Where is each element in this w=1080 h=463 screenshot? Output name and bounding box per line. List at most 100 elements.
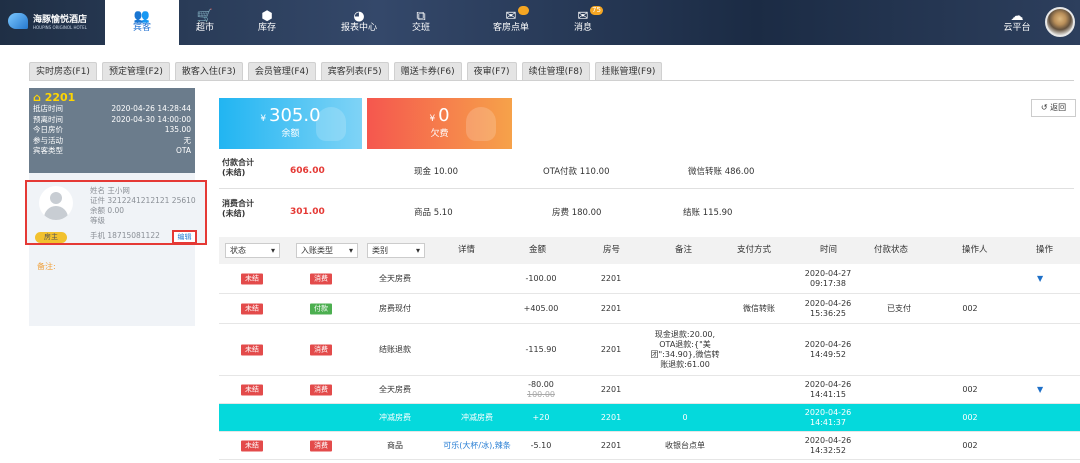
- category-cell: 全天房费: [379, 273, 411, 283]
- cloud-upload-icon: ☁: [1010, 9, 1024, 24]
- status-filter[interactable]: 状态 ▾: [225, 243, 280, 258]
- room-info-row: 抵店时间 2020-04-26 14:28:44: [33, 104, 191, 115]
- tab-gift-coupon[interactable]: 赠送卡券(F6): [393, 62, 462, 81]
- time-cell: 2020-04-26 14:49:52: [804, 339, 852, 359]
- entry-type-badge: 消费: [310, 273, 332, 284]
- notification-badge: [518, 6, 529, 15]
- detail-cell: 冲减房费: [461, 412, 493, 422]
- nav-label: 云平台: [1003, 23, 1031, 33]
- tab-realtime-room[interactable]: 实时房态(F1): [29, 62, 97, 81]
- shift-icon: ⧉: [416, 9, 426, 24]
- entry-type-filter[interactable]: 入账类型 ▾: [296, 243, 358, 258]
- expand-caret-icon[interactable]: ▼: [1037, 274, 1043, 284]
- tab-member[interactable]: 会员管理(F4): [247, 62, 316, 81]
- back-arrow-icon: ↺: [1040, 103, 1048, 112]
- nav-inventory[interactable]: ⬢ 库存: [230, 0, 304, 45]
- header-room: 房号: [603, 245, 621, 255]
- guest-level: 等级: [90, 216, 105, 225]
- nav-cloud-platform[interactable]: ☁ 云平台: [980, 0, 1054, 45]
- tabs-divider: [29, 80, 1074, 81]
- entry-type-badge: 消费: [310, 384, 332, 395]
- room-cell: 2201: [600, 303, 622, 313]
- time-cell: 2020-04-26 15:36:25: [804, 298, 852, 318]
- expand-caret-icon[interactable]: ▼: [1037, 385, 1043, 395]
- guest-id: 证件 3212241212121 25610: [90, 196, 196, 205]
- room-info-value: 2020-04-30 14:00:00: [111, 114, 191, 124]
- nav-message[interactable]: ✉ 消息 75: [546, 0, 620, 45]
- category-cell: 房费现付: [379, 303, 411, 313]
- room-info-value: 135.00: [164, 125, 191, 135]
- nav-room-order[interactable]: ✉ 客房点单: [474, 0, 548, 45]
- back-button[interactable]: ↺ 返回: [1031, 99, 1076, 117]
- table-row[interactable]: 未结 付款 房费现付 +405.00 2201 微信转账 2020-04-26 15:36:…: [219, 294, 1080, 324]
- remark-label: 备注:: [37, 262, 56, 271]
- payment-ota: OTA付款 110.00: [543, 167, 610, 177]
- payment-wechat: 微信转账 486.00: [688, 167, 755, 177]
- owed-amount: 0: [438, 105, 450, 126]
- remark-cell: 收银台点单: [665, 440, 705, 450]
- room-info-key: 抵店时间: [33, 104, 63, 113]
- category-cell: 结账退款: [379, 344, 411, 354]
- room-cell: 2201: [600, 440, 622, 450]
- header-action: 操作: [1036, 245, 1054, 255]
- category-filter[interactable]: 类别 ▾: [367, 243, 425, 258]
- room-info-value: 无: [183, 135, 192, 145]
- balance-amount: 305.0: [269, 105, 321, 126]
- tab-extend-stay[interactable]: 续住管理(F8): [521, 62, 590, 81]
- header-remark: 备注: [675, 245, 693, 255]
- table-row[interactable]: 未结 消费 商品 可乐(大杯/冰),辣条 -5.10 2201 收银台点单 2020-04-2…: [219, 432, 1080, 460]
- unsettled-badge: 未结: [241, 273, 263, 284]
- header-detail: 详情: [458, 245, 476, 255]
- top-nav-bar: 海豚愉悦酒店 HOUPINS ORIGINOL HOTEL 👥 宾客 🛒 超市 ⬢ 库存 ◕…: [0, 0, 1080, 45]
- nav-shift[interactable]: ⧉ 交班: [384, 0, 458, 45]
- consumption-goods: 商品 5.10: [414, 208, 453, 218]
- amount-cell: -115.90: [525, 344, 557, 354]
- summary-divider: [219, 188, 1074, 189]
- room-cell: 2201: [600, 344, 622, 354]
- message-icon: ✉: [577, 9, 589, 24]
- tab-walk-in[interactable]: 散客入住(F3): [174, 62, 243, 81]
- table-row[interactable]: 未结 消费 结账退款 -115.90 2201 现金退款:20.00, OTA退款:{"美…: [219, 324, 1080, 376]
- unsettled-badge: 未结: [241, 303, 263, 314]
- original-amount: 100.00: [527, 389, 555, 399]
- home-icon: ⌂: [33, 91, 41, 104]
- nav-label: 客房点单: [492, 23, 529, 33]
- tab-guest-list[interactable]: 宾客列表(F5): [320, 62, 389, 81]
- operator-cell: 002: [962, 440, 978, 450]
- category-cell: 商品: [387, 440, 403, 450]
- chevron-down-icon: ▾: [270, 246, 275, 255]
- room-info-key: 今日房价: [33, 125, 63, 135]
- guest-phone: 手机 18715081122: [90, 231, 160, 240]
- tab-night-audit[interactable]: 夜审(F7): [466, 62, 517, 81]
- table-row[interactable]: 冲减房费 冲减房费 +20 2201 0 2020-04-26 14:41:37 002: [219, 404, 1080, 432]
- payment-total-value: 606.00: [290, 166, 325, 176]
- edit-guest-button[interactable]: 编辑: [172, 230, 197, 244]
- order-icon: ✉: [505, 9, 517, 24]
- tab-credit-account[interactable]: 挂账管理(F9): [594, 62, 663, 81]
- hotel-name: 海豚愉悦酒店: [33, 15, 88, 25]
- host-badge: 房主: [35, 232, 67, 243]
- users-icon: 👥: [133, 9, 151, 24]
- user-avatar[interactable]: [1045, 7, 1075, 37]
- room-info-row: 今日房价 135.00: [33, 125, 191, 136]
- amount-cell: -100.00: [525, 273, 557, 283]
- header-payment: 支付方式: [737, 245, 772, 255]
- table-row[interactable]: 未结 消费 全天房费 -80.00 100.00 2201 2020-04-26 14:41…: [219, 376, 1080, 404]
- entry-type-badge: 消费: [310, 440, 332, 451]
- detail-cell[interactable]: 可乐(大杯/冰),辣条: [437, 441, 517, 451]
- operator-cell: 002: [962, 384, 978, 394]
- function-tabs: 实时房态(F1) 预定管理(F2) 散客入住(F3) 会员管理(F4) 宾客列表(F5)…: [29, 62, 667, 81]
- room-info-key: 参与活动: [33, 135, 63, 145]
- dolphin-logo-icon: [8, 13, 28, 29]
- table-header: 状态 ▾ 入账类型 ▾ 类别 ▾ 详情 金额 房号 备注 支付方式 时间 付款状…: [219, 237, 1080, 264]
- consumption-checkout: 结账 115.90: [683, 208, 733, 218]
- category-cell: 冲减房费: [379, 412, 411, 422]
- room-cell: 2201: [600, 412, 622, 422]
- box-icon: ⬢: [261, 9, 273, 24]
- money-bag-icon: [316, 107, 346, 141]
- guest-card: 姓名 王小网 证件 3212241212121 25610 余额 0.00 等级…: [25, 180, 207, 245]
- room-info-row: 宾客类型 OTA: [33, 146, 191, 157]
- tab-reservation[interactable]: 预定管理(F2): [101, 62, 170, 81]
- entry-type-badge: 消费: [310, 344, 332, 355]
- table-row[interactable]: 未结 消费 全天房费 -100.00 2201 2020-04-27 09:17:38 ▼: [219, 264, 1080, 294]
